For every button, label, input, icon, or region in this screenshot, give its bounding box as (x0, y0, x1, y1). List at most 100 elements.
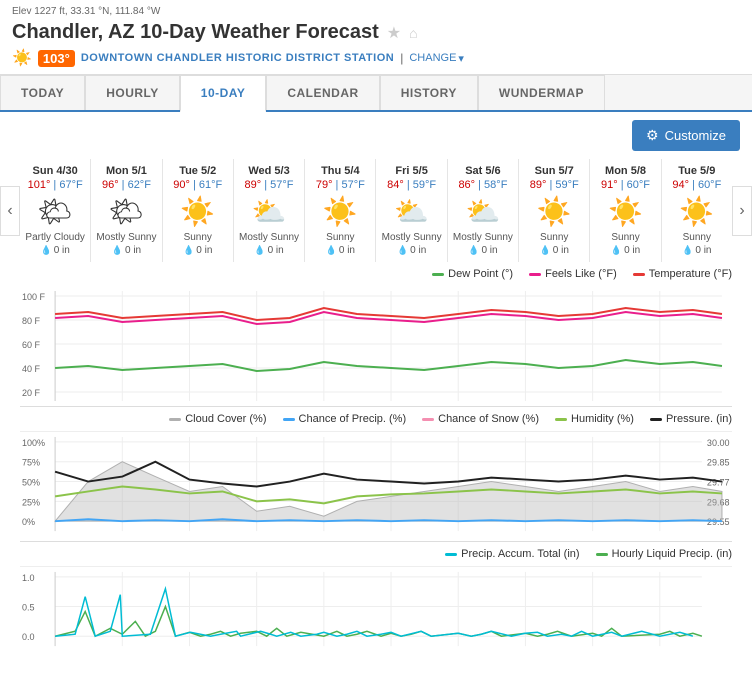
precip-icon: 💧 (682, 245, 693, 256)
tab-history[interactable]: HISTORY (380, 75, 478, 110)
elevation-text: Elev 1227 ft, 33.31 °N, 111.84 °W (12, 6, 740, 17)
weather-icon: ⛅ (380, 195, 442, 228)
legend-item: Precip. Accum. Total (in) (445, 548, 579, 560)
customize-button[interactable]: ⚙ Customize (632, 120, 740, 151)
tab-hourly[interactable]: HOURLY (85, 75, 180, 110)
chevron-down-icon: ▾ (458, 52, 464, 65)
day-col-5[interactable]: Fri 5/5 84° | 59°F ⛅ Mostly Sunny 💧 0 in (376, 159, 447, 262)
precip-icon: 💧 (183, 245, 194, 256)
home-icon[interactable]: ⌂ (409, 25, 417, 41)
legend-item: Humidity (%) (555, 413, 634, 425)
legend-label: Chance of Snow (%) (438, 413, 539, 425)
day-col-1[interactable]: Mon 5/1 96° | 62°F 🌤 Mostly Sunny 💧 0 in (91, 159, 162, 262)
day-temps: 79° | 57°F (309, 179, 371, 191)
customize-label: Customize (665, 128, 726, 143)
precip: 💧 0 in (523, 245, 585, 256)
svg-text:30.00: 30.00 (707, 438, 730, 448)
precip: 💧 0 in (666, 245, 728, 256)
star-icon[interactable]: ★ (387, 23, 401, 43)
day-temps: 96° | 62°F (95, 179, 157, 191)
day-col-6[interactable]: Sat 5/6 86° | 58°F ⛅ Mostly Sunny 💧 0 in (448, 159, 519, 262)
forecast-section: ‹ Sun 4/30 101° | 67°F 🌤 Partly Cloudy 💧… (0, 159, 752, 262)
day-col-2[interactable]: Tue 5/2 90° | 61°F ☀️ Sunny 💧 0 in (163, 159, 234, 262)
legend-color (169, 418, 181, 421)
next-arrow[interactable]: › (732, 186, 752, 236)
day-temps: 91° | 60°F (594, 179, 656, 191)
legend-label: Feels Like (°F) (545, 268, 617, 280)
high-temp: 84° (387, 179, 404, 191)
svg-text:29.85: 29.85 (707, 458, 730, 468)
tab-wundermap[interactable]: WUNDERMAP (478, 75, 605, 110)
day-temps: 101° | 67°F (24, 179, 86, 191)
svg-text:100 F: 100 F (22, 292, 46, 302)
precip-amount: 0 in (624, 245, 640, 256)
weather-icon: ☀️ (523, 195, 585, 228)
day-desc: Mostly Sunny (238, 232, 300, 243)
prev-arrow[interactable]: ‹ (0, 186, 20, 236)
precip-chart-wrapper: Cloud Cover (%) Chance of Precip. (%) Chan… (20, 406, 732, 541)
precip-amount: 0 in (695, 245, 711, 256)
change-link[interactable]: CHANGE ▾ (409, 52, 464, 65)
precip-icon: 💧 (254, 245, 265, 256)
day-col-8[interactable]: Mon 5/8 91° | 60°F ☀️ Sunny 💧 0 in (590, 159, 661, 262)
legend-color (422, 418, 434, 421)
legend-color (596, 553, 608, 556)
day-col-4[interactable]: Thu 5/4 79° | 57°F ☀️ Sunny 💧 0 in (305, 159, 376, 262)
day-temps: 84° | 59°F (380, 179, 442, 191)
tab-10day[interactable]: 10-DAY (180, 75, 267, 112)
station-row: ☀️ 103° DOWNTOWN CHANDLER HISTORIC DISTR… (12, 48, 740, 68)
precip: 💧 0 in (452, 245, 514, 256)
day-temps: 86° | 58°F (452, 179, 514, 191)
change-label: CHANGE (409, 52, 456, 64)
precip: 💧 0 in (167, 245, 229, 256)
high-temp: 79° (316, 179, 333, 191)
precip-amount: 0 in (410, 245, 426, 256)
precip-amount: 0 in (54, 245, 70, 256)
low-temp: | 60°F (621, 179, 650, 191)
high-temp: 86° (458, 179, 475, 191)
legend-label: Pressure. (in) (666, 413, 732, 425)
day-temps: 94° | 60°F (666, 179, 728, 191)
legend-color (529, 273, 541, 276)
day-col-9[interactable]: Tue 5/9 94° | 60°F ☀️ Sunny 💧 0 in (662, 159, 732, 262)
legend-item: Chance of Precip. (%) (283, 413, 407, 425)
precip-icon: 💧 (112, 245, 123, 256)
precip-amount: 0 in (481, 245, 497, 256)
weather-icon: ⛅ (452, 195, 514, 228)
day-desc: Sunny (523, 232, 585, 243)
svg-text:40 F: 40 F (22, 364, 41, 374)
temp-chart-wrapper: Dew Point (°) Feels Like (°F) Temperature … (20, 262, 732, 406)
precip-amount: 0 in (125, 245, 141, 256)
svg-text:60 F: 60 F (22, 340, 41, 350)
tab-calendar[interactable]: CALENDAR (266, 75, 379, 110)
tab-today[interactable]: TODAY (0, 75, 85, 110)
svg-text:75%: 75% (22, 458, 40, 468)
day-col-7[interactable]: Sun 5/7 89° | 59°F ☀️ Sunny 💧 0 in (519, 159, 590, 262)
day-col-3[interactable]: Wed 5/3 89° | 57°F ⛅ Mostly Sunny 💧 0 in (234, 159, 305, 262)
svg-text:20 F: 20 F (22, 388, 41, 398)
legend-label: Precip. Accum. Total (in) (461, 548, 579, 560)
low-temp: | 67°F (53, 179, 82, 191)
weather-icon: ☀️ (309, 195, 371, 228)
separator: | (400, 51, 403, 65)
legend-item: Dew Point (°) (432, 268, 513, 280)
station-link[interactable]: DOWNTOWN CHANDLER HISTORIC DISTRICT STAT… (81, 52, 394, 64)
precip-icon: 💧 (468, 245, 479, 256)
day-temps: 90° | 61°F (167, 179, 229, 191)
day-header: Mon 5/8 (594, 165, 656, 177)
day-header: Tue 5/2 (167, 165, 229, 177)
temp-badge: 103° (38, 50, 75, 67)
day-col-0[interactable]: Sun 4/30 101° | 67°F 🌤 Partly Cloudy 💧 0… (20, 159, 91, 262)
svg-text:0.5: 0.5 (22, 603, 35, 613)
precip-icon: 💧 (540, 245, 551, 256)
weather-icon: ⛅ (238, 195, 300, 228)
low-temp: | 59°F (549, 179, 578, 191)
legend-color (432, 273, 444, 276)
legend-color (445, 553, 457, 556)
weather-icon: ☀️ (594, 195, 656, 228)
legend-item: Temperature (°F) (633, 268, 732, 280)
svg-text:80 F: 80 F (22, 316, 41, 326)
sun-icon: ☀️ (12, 48, 32, 68)
precip: 💧 0 in (238, 245, 300, 256)
legend-item: Cloud Cover (%) (169, 413, 266, 425)
